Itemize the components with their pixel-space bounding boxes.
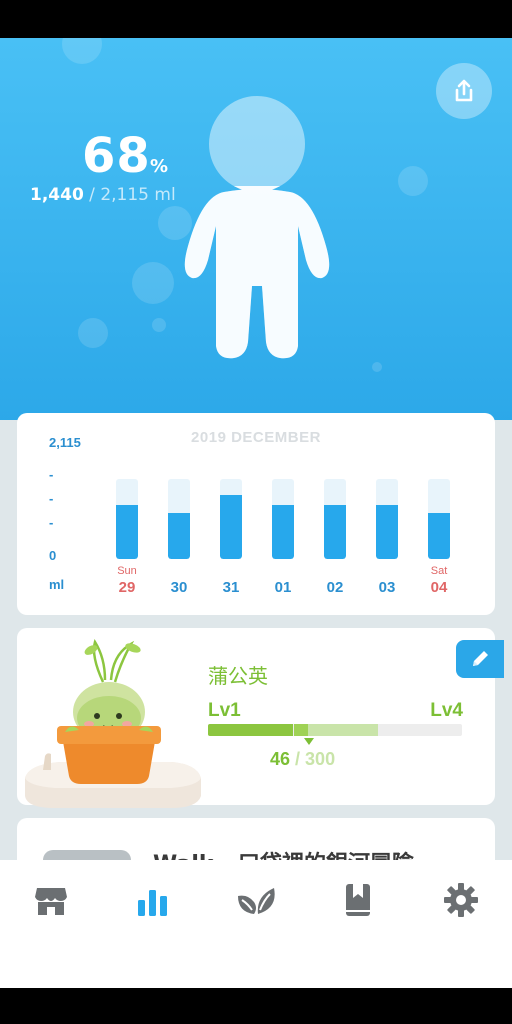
- bar-track[interactable]: [324, 479, 346, 559]
- plant-xp-progress-bar: [208, 724, 462, 736]
- system-nav-bar: [0, 988, 512, 1024]
- level-start-label: Lv1: [208, 700, 241, 721]
- y-axis-max-label: 2,115: [49, 435, 81, 450]
- app-screen: 68 % 1,440 / 2,115 ml 2019 DECEMBER 2,11…: [0, 0, 512, 1024]
- weekly-chart-card: 2019 DECEMBER 2,115 - - - 0 ml Sun 29 30 31…: [17, 413, 495, 615]
- day-number-label: 02: [326, 579, 344, 596]
- tab-store[interactable]: [21, 882, 81, 942]
- water-level-fill: [184, 186, 330, 359]
- bar-track[interactable]: [376, 479, 398, 559]
- bar-track[interactable]: [428, 479, 450, 559]
- hydration-percent: 68: [82, 128, 151, 184]
- volume-readout: 1,440 / 2,115 ml: [30, 185, 176, 205]
- volume-separator: /: [83, 185, 101, 205]
- bar-fill: [168, 513, 190, 559]
- plant-card[interactable]: 蒲公英 Lv1 Lv4 46 / 300: [17, 628, 495, 808]
- xp-readout: 46 / 300: [270, 749, 335, 770]
- decor-bubble: [152, 318, 166, 332]
- goal-volume: 2,115 ml: [100, 185, 176, 205]
- current-volume: 1,440: [30, 185, 84, 205]
- bar-fill: [116, 505, 138, 559]
- day-number-label: 30: [170, 579, 188, 596]
- progress-segment-next: [308, 724, 378, 736]
- share-icon: [455, 79, 473, 102]
- store-icon: [35, 888, 67, 915]
- decor-bubble: [62, 38, 102, 64]
- bar-fill: [272, 505, 294, 559]
- plant-pot-illustration: [25, 638, 201, 808]
- decor-bubble: [372, 362, 382, 372]
- bar-chart-icon: [138, 890, 167, 916]
- xp-current: 46: [270, 749, 291, 769]
- percent-sign: %: [150, 156, 169, 177]
- level-end-label: Lv4: [430, 700, 463, 721]
- day-number-label: 03: [378, 579, 396, 596]
- decor-bubble: [132, 262, 174, 304]
- decor-bubble: [78, 318, 108, 348]
- day-number-label: 29: [118, 579, 136, 596]
- status-bar: [0, 0, 512, 38]
- progress-pointer-icon: [304, 738, 314, 745]
- xp-separator: /: [290, 749, 306, 769]
- gear-icon: [444, 883, 478, 917]
- day-number-label: 01: [274, 579, 292, 596]
- edit-plant-button[interactable]: [456, 640, 504, 678]
- share-button[interactable]: [436, 63, 492, 119]
- bar-track[interactable]: [116, 479, 138, 559]
- leaf-icon: [238, 888, 275, 914]
- bottom-tab-bar: [0, 860, 512, 988]
- y-axis-dash: -: [49, 491, 54, 506]
- chart-title: 2019 DECEMBER: [191, 429, 321, 446]
- tab-journal[interactable]: [328, 882, 388, 942]
- day-name-label: Sat: [430, 565, 448, 577]
- bar-track[interactable]: [220, 479, 242, 559]
- body-water-figure[interactable]: [176, 96, 338, 360]
- bar-fill: [324, 505, 346, 559]
- day-number-label: 04: [430, 579, 448, 596]
- tab-plants[interactable]: [226, 882, 286, 942]
- bar-track[interactable]: [168, 479, 190, 559]
- y-axis-dash: -: [49, 467, 54, 482]
- xp-total: 300: [305, 749, 336, 769]
- tab-stats[interactable]: [123, 882, 183, 942]
- decor-bubble: [398, 166, 428, 196]
- plant-name: 蒲公英: [208, 664, 268, 688]
- tab-settings[interactable]: [431, 882, 491, 942]
- y-axis-unit-label: ml: [49, 577, 65, 592]
- bar-fill: [220, 495, 242, 559]
- bookmark-book-icon: [346, 884, 370, 916]
- progress-segment-marker: [294, 724, 308, 736]
- pencil-icon: [473, 651, 488, 666]
- bar-track[interactable]: [272, 479, 294, 559]
- day-name-label: Sun: [117, 565, 137, 577]
- bar-fill: [376, 505, 398, 559]
- bar-fill: [428, 513, 450, 559]
- y-axis-dash: -: [49, 515, 54, 530]
- day-number-label: 31: [222, 579, 240, 596]
- y-axis-min-label: 0: [49, 548, 57, 563]
- progress-segment-current: [208, 724, 293, 736]
